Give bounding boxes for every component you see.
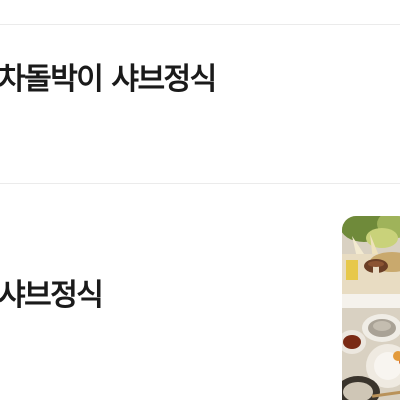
menu-item-shabu-set[interactable]: 샤브정식 xyxy=(0,184,400,400)
menu-item-name: 차돌박이 샤브정식 xyxy=(0,62,217,97)
menu-item-chadol-shabu[interactable]: 차돌박이 샤브정식 xyxy=(0,25,400,183)
menu-item-photo[interactable] xyxy=(342,216,400,400)
menu-item-name: 샤브정식 xyxy=(0,278,104,313)
